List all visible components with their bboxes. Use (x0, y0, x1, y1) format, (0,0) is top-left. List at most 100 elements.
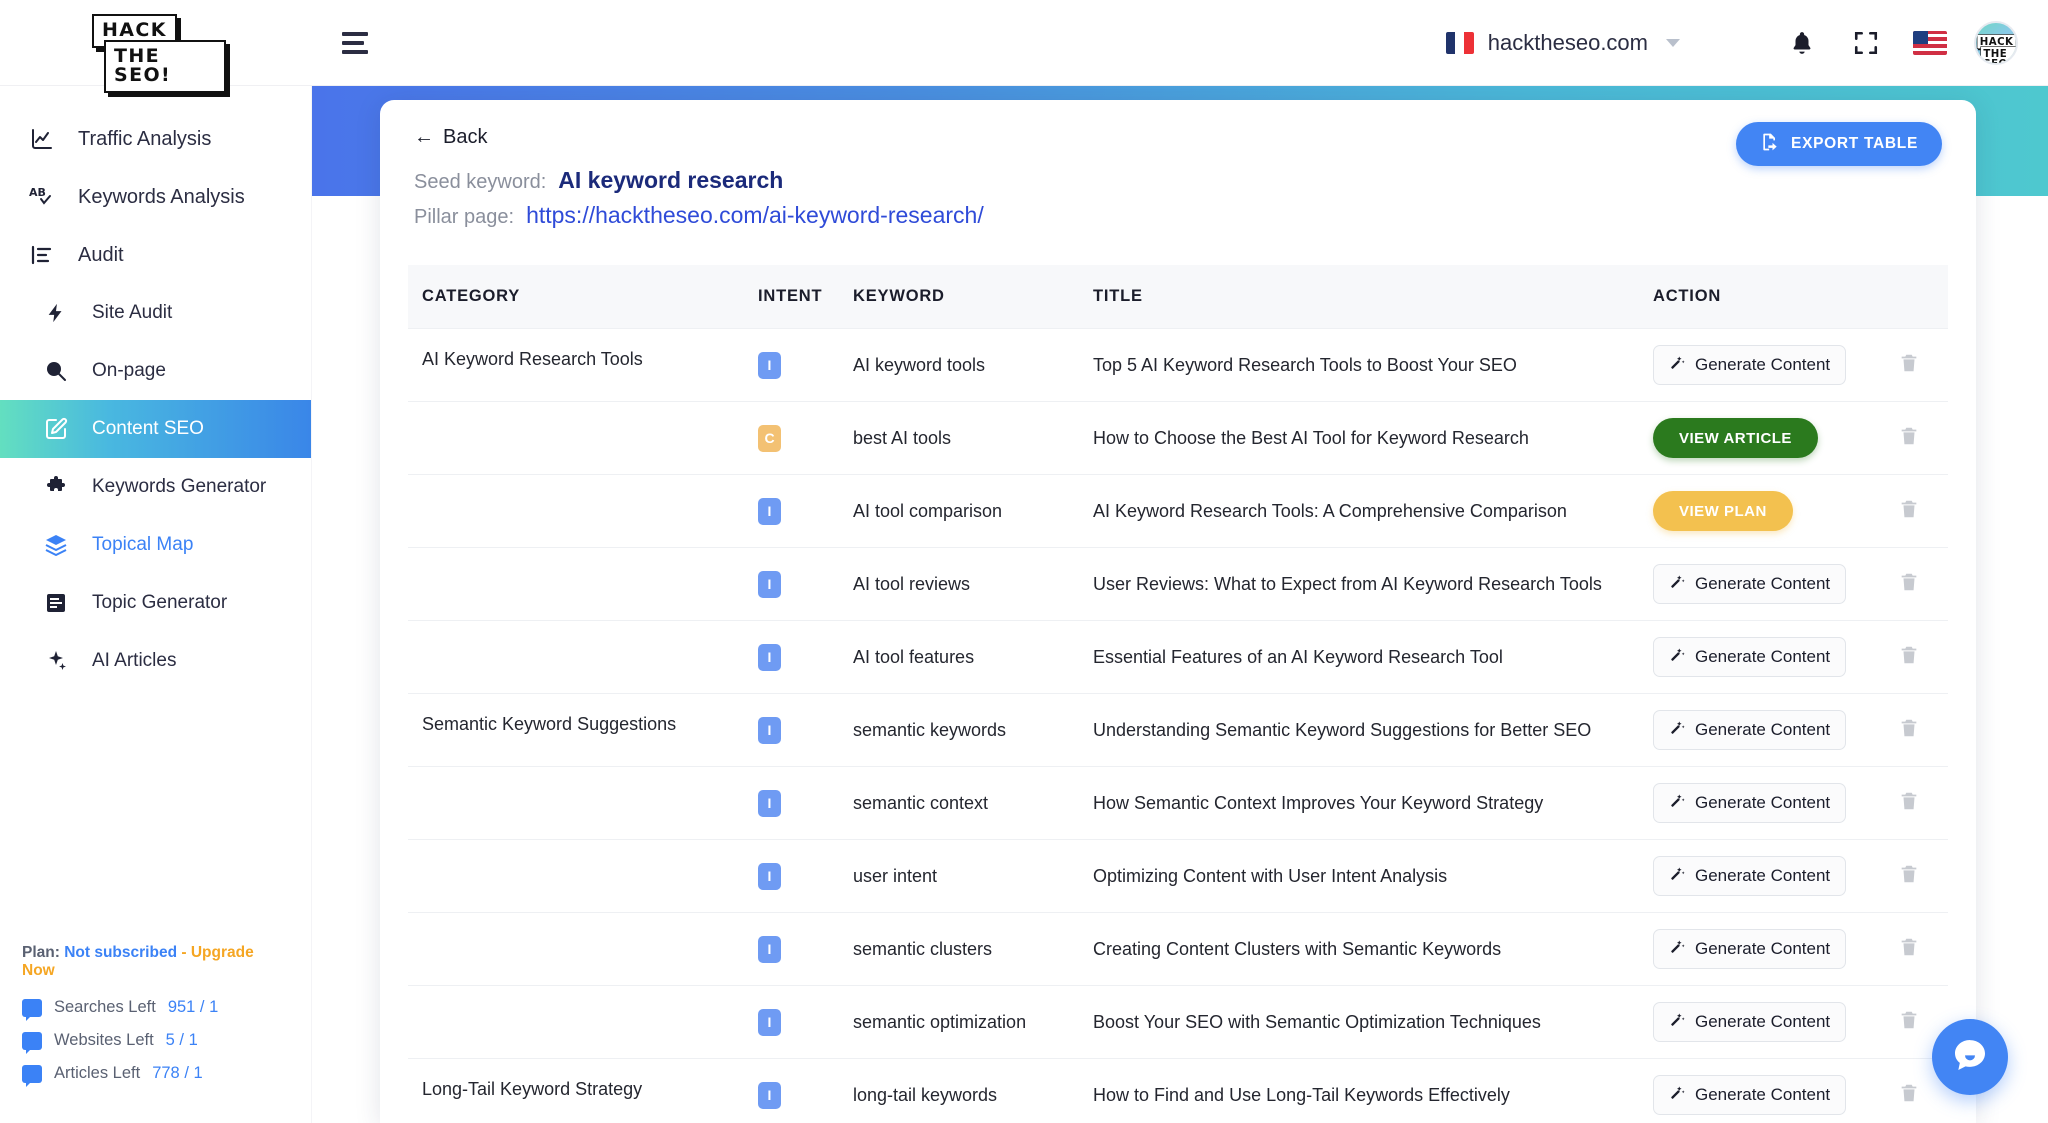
cell-title: Understanding Semantic Keyword Suggestio… (1083, 693, 1643, 767)
table-row: I AI tool comparison AI Keyword Research T… (408, 474, 1948, 548)
sidebar-item-label: Content SEO (92, 418, 204, 439)
action-cell: Generate Content (1653, 929, 1938, 969)
ab-check-icon: AB (28, 185, 56, 209)
trash-icon[interactable] (1898, 1081, 1924, 1110)
intent-badge: I (758, 716, 781, 744)
table-row: I AI tool reviews User Reviews: What to Ex… (408, 547, 1948, 621)
generate-content-button[interactable]: Generate Content (1653, 710, 1847, 750)
sidebar-item-label: Topical Map (92, 534, 194, 555)
action-cell: Generate Content (1653, 856, 1938, 896)
sidebar-item-content-seo[interactable]: Content SEO (0, 400, 311, 458)
trash-icon[interactable] (1898, 1008, 1924, 1037)
back-button[interactable]: ← Back (414, 126, 1942, 149)
action-cell: Generate Content (1653, 345, 1938, 385)
generate-content-button[interactable]: Generate Content (1653, 564, 1847, 604)
cell-keyword: AI keyword tools (843, 328, 1083, 402)
export-table-button[interactable]: EXPORT TABLE (1736, 122, 1942, 166)
sidebar-item-traffic-analysis[interactable]: Traffic Analysis (0, 110, 311, 168)
generate-content-button[interactable]: Generate Content (1653, 856, 1847, 896)
trash-icon[interactable] (1898, 643, 1924, 672)
cell-intent: I (748, 693, 843, 767)
intent-badge: I (758, 643, 781, 671)
cell-keyword: best AI tools (843, 401, 1083, 475)
sidebar-item-audit[interactable]: Audit (0, 226, 311, 284)
pillar-page-link[interactable]: https://hacktheseo.com/ai-keyword-resear… (526, 202, 984, 229)
cell-category (408, 839, 748, 913)
table-header-row: CATEGORY INTENT KEYWORD TITLE ACTION (408, 265, 1948, 329)
avatar[interactable]: HACK THE SEO! (1974, 20, 2018, 65)
action-cell: Generate Content (1653, 783, 1938, 823)
generate-content-button[interactable]: Generate Content (1653, 929, 1847, 969)
card-header: ← Back Seed keyword: AI keyword research… (380, 100, 1976, 229)
site-selector[interactable]: hacktheseo.com (1445, 30, 1680, 56)
bolt-icon (42, 301, 70, 325)
magic-wand-icon (1669, 1084, 1686, 1106)
fullscreen-icon[interactable] (1834, 11, 1898, 75)
sidebar-nav: Traffic Analysis AB Keywords Analysis Au… (0, 86, 311, 690)
action-cell: VIEW ARTICLE (1653, 418, 1938, 458)
chart-line-icon (28, 127, 56, 151)
table-container: CATEGORY INTENT KEYWORD TITLE ACTION AI … (380, 237, 1976, 1123)
sidebar-item-site-audit[interactable]: Site Audit (0, 284, 311, 342)
sidebar-item-ai-articles[interactable]: AI Articles (0, 632, 311, 690)
hamburger-icon[interactable] (342, 31, 368, 54)
table-row: Long-Tail Keyword Strategy Ilong-tail key… (408, 1058, 1948, 1123)
us-flag-icon[interactable] (1898, 11, 1962, 75)
seed-keyword-label: Seed keyword: (414, 171, 547, 193)
view-plan-button[interactable]: VIEW PLAN (1653, 491, 1793, 531)
generate-content-button[interactable]: Generate Content (1653, 1075, 1847, 1115)
sidebar-item-label: Keywords Analysis (78, 185, 245, 208)
cell-intent: C (748, 401, 843, 475)
generate-content-label: Generate Content (1695, 793, 1831, 812)
chat-widget-button[interactable] (1932, 1019, 2008, 1095)
file-export-icon (1760, 132, 1780, 157)
cell-title: Creating Content Clusters with Semantic … (1083, 912, 1643, 986)
cell-title: How to Find and Use Long-Tail Keywords E… (1083, 1058, 1643, 1123)
sidebar-item-topical-map[interactable]: Topical Map (0, 516, 311, 574)
generate-content-button[interactable]: Generate Content (1653, 1002, 1847, 1042)
cell-category (408, 985, 748, 1059)
cell-intent: I (748, 912, 843, 986)
fr-flag-icon (1445, 31, 1474, 54)
action-cell: VIEW PLAN (1653, 491, 1938, 531)
cell-category (408, 912, 748, 986)
magic-wand-icon (1669, 865, 1686, 887)
cell-action: Generate Content (1643, 985, 1948, 1059)
cell-action: VIEW ARTICLE (1643, 401, 1948, 475)
trash-icon[interactable] (1898, 424, 1924, 453)
cell-action: Generate Content (1643, 547, 1948, 621)
sidebar-item-keywords-generator[interactable]: Keywords Generator (0, 458, 311, 516)
plan-prefix: Plan: (22, 944, 60, 961)
trash-icon[interactable] (1898, 935, 1924, 964)
generate-content-button[interactable]: Generate Content (1653, 783, 1847, 823)
table-head: CATEGORY INTENT KEYWORD TITLE ACTION (408, 265, 1948, 329)
sidebar-item-topic-generator[interactable]: Topic Generator (0, 574, 311, 632)
edit-square-icon (42, 417, 70, 441)
chat-bubble-icon (1950, 1035, 1990, 1080)
sidebar-item-label: Keywords Generator (92, 476, 267, 497)
sidebar-item-keywords-analysis[interactable]: AB Keywords Analysis (0, 168, 311, 226)
sidebar-item-on-page[interactable]: On-page (0, 342, 311, 400)
trash-icon[interactable] (1898, 862, 1924, 891)
trash-icon[interactable] (1898, 716, 1924, 745)
cell-keyword: AI tool reviews (843, 547, 1083, 621)
search-chart-icon (42, 359, 70, 383)
app-logo[interactable]: HACK THE SEO! (0, 13, 312, 93)
generate-content-label: Generate Content (1695, 355, 1831, 374)
action-cell: Generate Content (1653, 1075, 1938, 1115)
trash-icon[interactable] (1898, 570, 1924, 599)
cell-title: Boost Your SEO with Semantic Optimizatio… (1083, 985, 1643, 1059)
trash-icon[interactable] (1898, 497, 1924, 526)
intent-badge: I (758, 862, 781, 890)
chevron-down-icon[interactable] (1666, 38, 1680, 47)
bell-icon[interactable] (1770, 11, 1834, 75)
generate-content-button[interactable]: Generate Content (1653, 637, 1847, 677)
credit-value: 5 / 1 (165, 1031, 198, 1049)
trash-icon[interactable] (1898, 789, 1924, 818)
cell-category (408, 620, 748, 694)
view-article-button[interactable]: VIEW ARTICLE (1653, 418, 1818, 458)
generate-content-button[interactable]: Generate Content (1653, 345, 1847, 385)
action-cell: Generate Content (1653, 1002, 1938, 1042)
magic-wand-icon (1669, 938, 1686, 960)
trash-icon[interactable] (1898, 351, 1924, 380)
